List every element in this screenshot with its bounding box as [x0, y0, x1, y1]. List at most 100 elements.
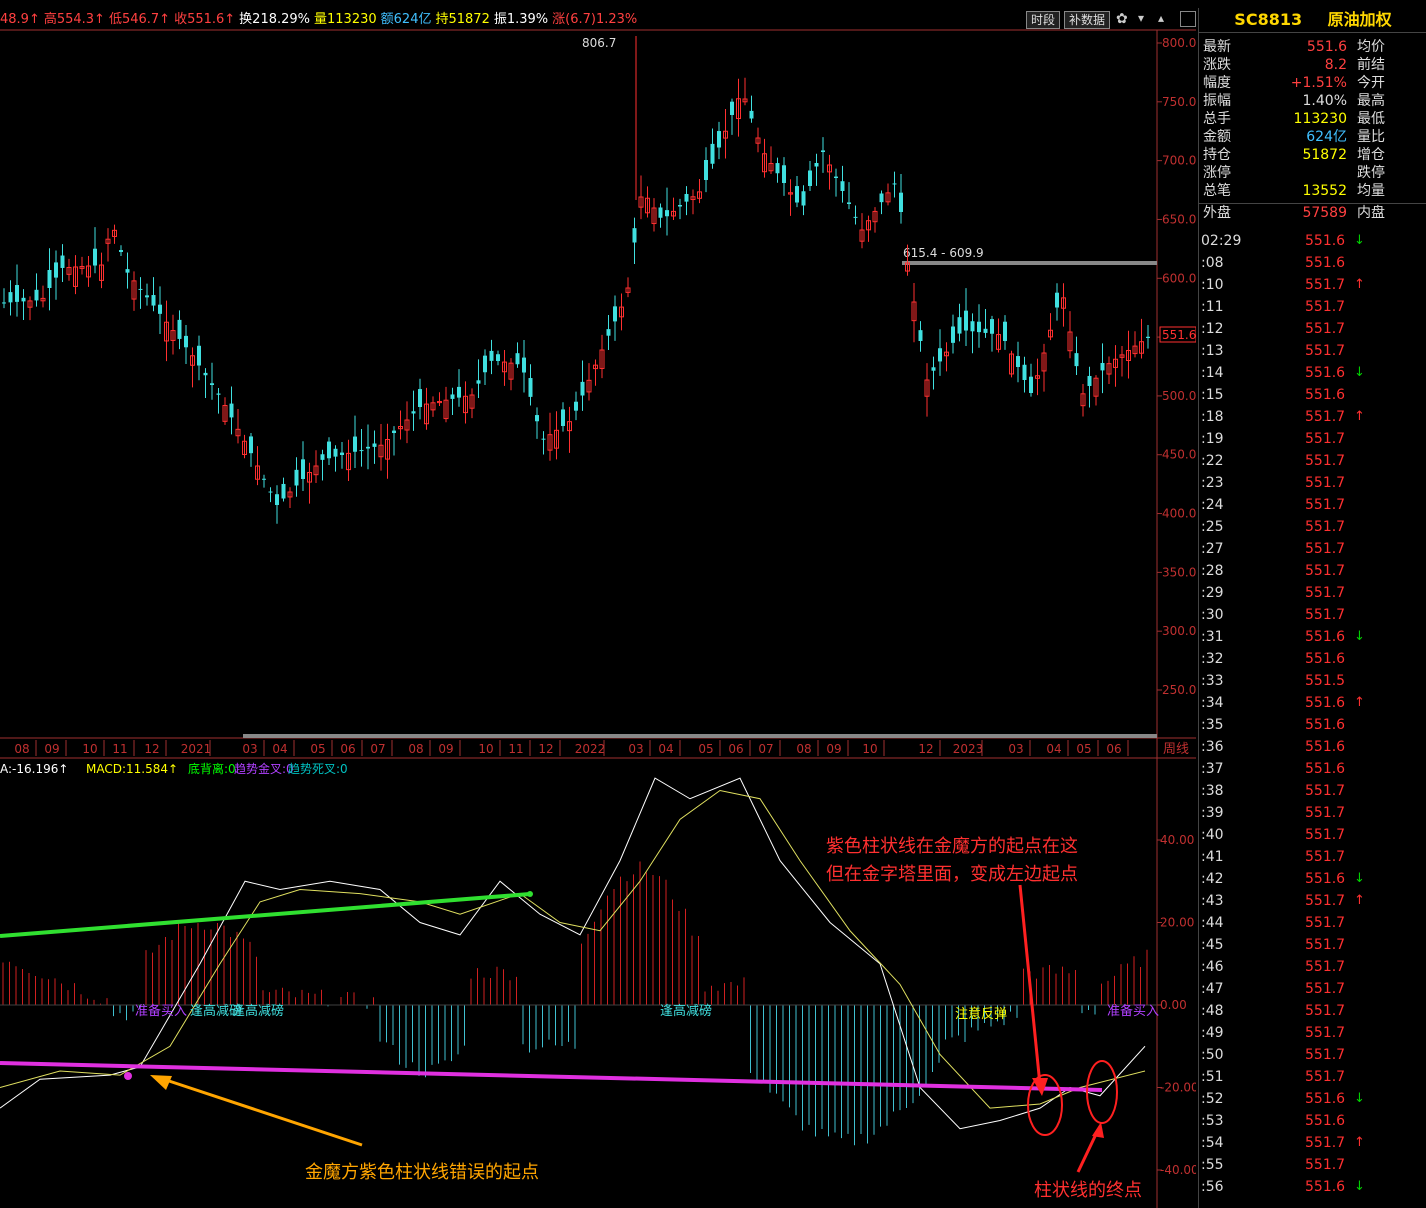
tick-row: :22 551.7	[1199, 450, 1426, 472]
price-axis-label: 400.0	[1162, 507, 1196, 521]
instrument-code: SC8813	[1234, 10, 1303, 29]
tick-time: :47	[1201, 981, 1224, 997]
tick-row: :38 551.7	[1199, 780, 1426, 802]
tick-price: 551.7	[1305, 981, 1346, 997]
quote-label-2: 最低	[1357, 111, 1385, 127]
quote-label-2: 均量	[1357, 183, 1385, 199]
tick-row: :08 551.6	[1199, 252, 1426, 274]
quote-row: 振幅 1.40% 最高	[1199, 92, 1426, 110]
tick-price: 551.7	[1305, 827, 1346, 843]
candle-body-down	[294, 469, 299, 486]
candle-body-down	[1100, 362, 1105, 371]
tick-time: :49	[1201, 1025, 1224, 1041]
tick-row: :19 551.7	[1199, 428, 1426, 450]
orange-arrowhead	[150, 1075, 172, 1090]
tick-arrow-icon: ↓	[1354, 365, 1365, 380]
candle-body-down	[574, 401, 578, 411]
tick-price: 551.7	[1305, 805, 1346, 821]
tick-price: 551.6	[1305, 695, 1346, 711]
candle-body-down	[899, 192, 903, 212]
tick-row: :12 551.7	[1199, 318, 1426, 340]
time-axis-label: 10	[82, 742, 97, 756]
time-axis-label: 08	[408, 742, 423, 756]
tick-time: :45	[1201, 937, 1224, 953]
tick-price: 551.6	[1305, 387, 1346, 403]
period-label: 周线	[1163, 742, 1189, 757]
candle-body-down	[34, 289, 39, 301]
tick-price: 551.7	[1305, 959, 1346, 975]
tick-time: :56	[1201, 1179, 1224, 1195]
quote-value: 57589	[1302, 205, 1347, 221]
tick-time: :40	[1201, 827, 1224, 843]
tick-price: 551.7	[1305, 1003, 1346, 1019]
time-axis-label: 08	[796, 742, 811, 756]
quote-row: 涨停 跌停	[1199, 164, 1426, 182]
candle-body-down	[21, 297, 26, 302]
tick-price: 551.6	[1305, 1091, 1346, 1107]
candle-body-down	[1087, 375, 1092, 386]
tick-price: 551.6	[1305, 651, 1346, 667]
tick-time: :18	[1201, 409, 1224, 425]
candle-body-down	[60, 255, 65, 268]
candle-body-down	[496, 354, 500, 361]
time-axis-label: 09	[44, 742, 59, 756]
candle-body-down	[8, 292, 13, 303]
tick-price: 551.6	[1305, 365, 1346, 381]
tick-time: :23	[1201, 475, 1224, 491]
candle-body-down	[145, 295, 149, 298]
tick-price: 551.7	[1305, 915, 1346, 931]
price-axis-label: 500.0	[1162, 389, 1196, 403]
tick-price: 551.6	[1305, 255, 1346, 271]
quote-row: 外盘 57589 内盘	[1199, 203, 1426, 222]
green-line-end	[527, 891, 533, 897]
price-axis-label: 250.0	[1162, 683, 1196, 697]
tick-row: :24 551.7	[1199, 494, 1426, 516]
tick-row: :41 551.7	[1199, 846, 1426, 868]
macd-axis-label: 20.00	[1160, 916, 1194, 930]
candle-body-down	[15, 285, 19, 302]
tick-price: 551.6	[1305, 871, 1346, 887]
candle-body-down	[210, 383, 214, 385]
quote-label: 涨跌	[1203, 57, 1231, 73]
tick-arrow-icon: ↓	[1354, 1179, 1365, 1194]
candle-body-down	[411, 411, 416, 414]
time-axis-label: 2023	[953, 742, 984, 756]
tick-row: :34 551.6 ↑	[1199, 692, 1426, 714]
candle-body-down	[580, 381, 585, 396]
tick-time: :11	[1201, 299, 1224, 315]
candle-body-down	[658, 207, 663, 218]
quote-label-2: 跌停	[1357, 165, 1385, 181]
tick-row: :13 551.7	[1199, 340, 1426, 362]
tick-time: :30	[1201, 607, 1224, 623]
tick-time: :39	[1201, 805, 1224, 821]
current-price-label: 551.6	[1162, 328, 1196, 342]
tick-time: :28	[1201, 563, 1224, 579]
tick-arrow-icon: ↑	[1354, 695, 1365, 710]
tick-time: :24	[1201, 497, 1224, 513]
chart-canvas[interactable]: 800.0750.0700.0650.0600.0550.0500.0450.0…	[0, 0, 1196, 1208]
annotation-end-point: 柱状线的终点	[1034, 1180, 1142, 1201]
tick-row: :37 551.6	[1199, 758, 1426, 780]
quote-label: 幅度	[1203, 75, 1231, 91]
candle-body-down	[632, 228, 637, 243]
tick-row: :14 551.6 ↓	[1199, 362, 1426, 384]
quote-row: 最新 551.6 均价	[1199, 38, 1426, 56]
red-ellipse-end	[1086, 1060, 1118, 1124]
candle-body-down	[918, 330, 923, 341]
tick-arrow-icon: ↓	[1354, 629, 1365, 644]
tick-arrow-icon: ↑	[1354, 1135, 1365, 1150]
time-axis-label: 2021	[181, 742, 212, 756]
range-marker-bar	[902, 261, 1157, 265]
tick-list[interactable]: 02:29 551.6 ↓:08 551.6:10 551.7 ↑:11 551.7:12 5…	[1199, 230, 1426, 1198]
candle-body-down	[665, 210, 669, 217]
tick-price: 551.7	[1305, 893, 1346, 909]
candle-body-down	[1022, 364, 1027, 380]
candle-body-down	[613, 306, 617, 322]
quote-row: 持仓 51872 增仓	[1199, 146, 1426, 164]
tick-time: :54	[1201, 1135, 1224, 1151]
time-axis-label: 12	[144, 742, 159, 756]
candle-body-down	[320, 454, 325, 460]
quote-row: 涨跌 8.2 前结	[1199, 56, 1426, 74]
time-axis-label: 11	[112, 742, 127, 756]
price-axis-label: 750.0	[1162, 95, 1196, 109]
